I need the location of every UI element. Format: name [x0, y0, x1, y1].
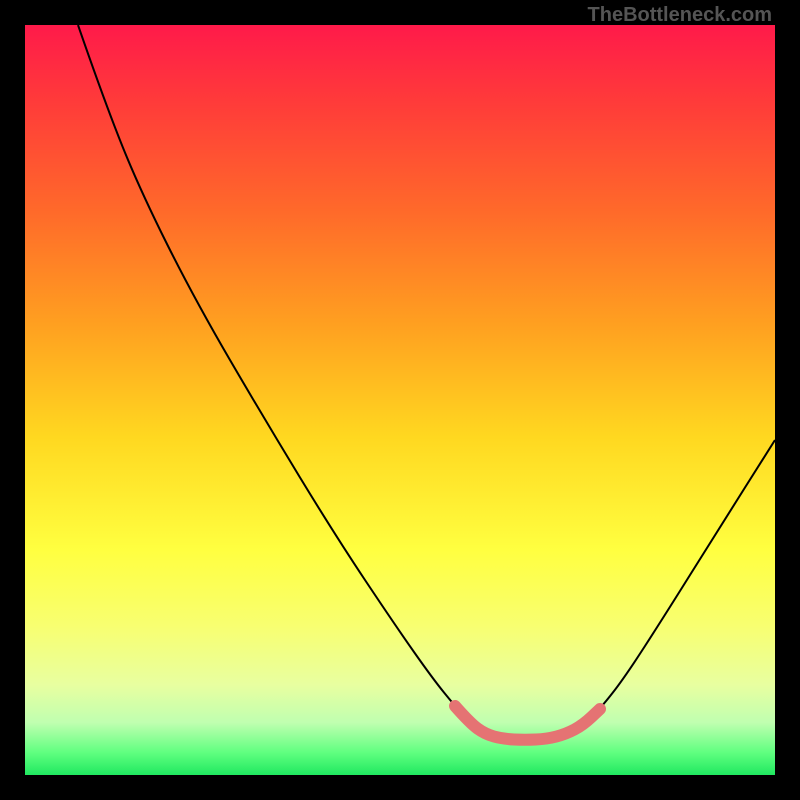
- chart-svg: [25, 25, 775, 775]
- highlight-segment: [455, 706, 600, 740]
- plot-area: [25, 25, 775, 775]
- main-curve: [78, 25, 775, 740]
- chart-container: TheBottleneck.com: [0, 0, 800, 800]
- attribution-label: TheBottleneck.com: [588, 4, 772, 27]
